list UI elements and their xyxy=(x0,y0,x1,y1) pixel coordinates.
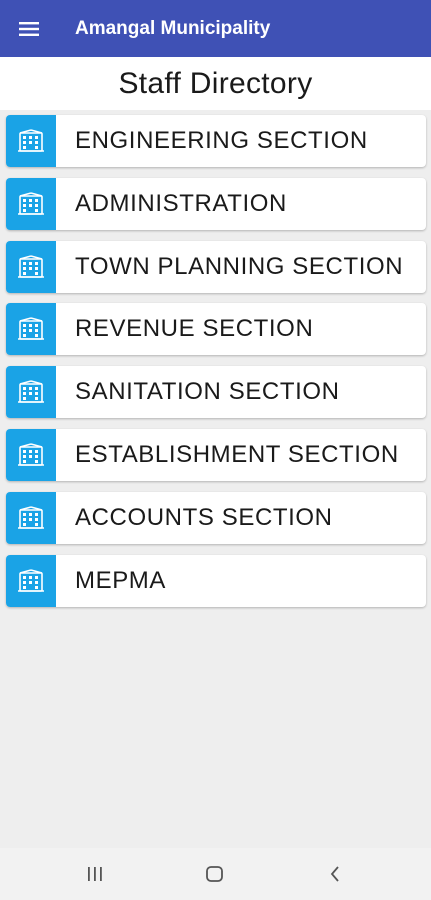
section-label: ADMINISTRATION xyxy=(75,189,287,217)
section-item-establishment[interactable]: ESTABLISHMENT SECTION xyxy=(6,428,426,481)
section-item-town-planning[interactable]: TOWN PLANNING SECTION xyxy=(6,240,426,293)
page-title: Staff Directory xyxy=(118,66,313,100)
section-label: TOWN PLANNING SECTION xyxy=(75,252,404,280)
app-title: Amangal Municipality xyxy=(75,17,271,39)
app-bar: Amangal Municipality xyxy=(0,0,431,57)
building-icon xyxy=(6,303,56,356)
building-icon xyxy=(6,240,56,293)
building-icon xyxy=(6,491,56,544)
building-icon xyxy=(6,177,56,230)
section-label: ENGINEERING SECTION xyxy=(75,127,368,154)
page-heading-bar: Staff Directory xyxy=(0,57,431,110)
section-item-accounts[interactable]: ACCOUNTS SECTION xyxy=(6,491,426,544)
section-label: ACCOUNTS SECTION xyxy=(75,503,333,531)
section-item-mepma[interactable]: MEPMA xyxy=(6,554,426,607)
section-item-engineering[interactable]: ENGINEERING SECTION xyxy=(6,115,426,167)
section-label: SANITATION SECTION xyxy=(75,378,340,406)
section-item-revenue[interactable]: REVENUE SECTION xyxy=(6,303,426,356)
building-icon xyxy=(6,428,56,481)
home-icon[interactable] xyxy=(200,862,230,886)
back-icon[interactable] xyxy=(320,862,350,886)
system-nav-bar xyxy=(0,848,431,900)
section-item-administration[interactable]: ADMINISTRATION xyxy=(6,177,426,230)
section-label: REVENUE SECTION xyxy=(75,315,314,343)
section-label: MEPMA xyxy=(75,566,167,594)
section-list: ENGINEERING SECTION ADMINISTRATION TOWN … xyxy=(6,115,426,617)
recents-icon[interactable] xyxy=(80,862,110,886)
hamburger-menu-icon[interactable] xyxy=(0,0,58,57)
building-icon xyxy=(6,366,56,419)
section-label: ESTABLISHMENT SECTION xyxy=(75,440,399,468)
section-item-sanitation[interactable]: SANITATION SECTION xyxy=(6,366,426,419)
building-icon xyxy=(6,115,56,167)
building-icon xyxy=(6,554,56,607)
